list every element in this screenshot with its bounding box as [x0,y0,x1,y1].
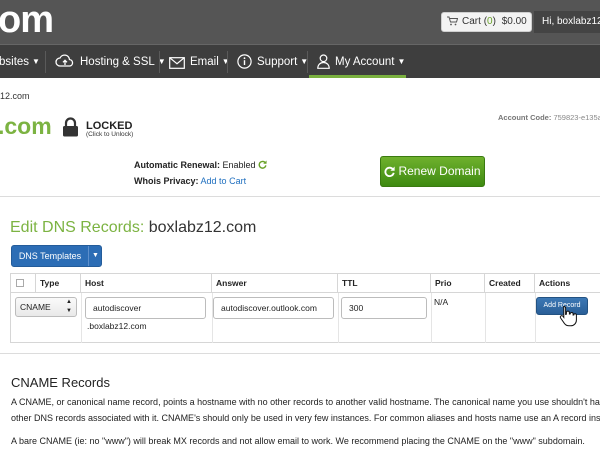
hand-cursor-icon [559,305,577,327]
column-header: Host [81,274,212,292]
nav-item-label: Email [190,56,219,68]
account-code-value: 759823-e135a [553,113,600,122]
whois-privacy: Whois Privacy: Add to Cart [134,176,246,186]
host-input[interactable]: autodiscover [85,297,206,319]
nav-divider [159,51,160,73]
nav-active-indicator [309,75,406,78]
user-menu[interactable]: Hi, boxlabz12 [534,11,600,33]
chevron-down-icon: ▼ [221,57,230,66]
select-all-checkbox[interactable] [16,279,24,287]
refresh-icon[interactable] [258,160,267,169]
nav-item-my-account[interactable]: My Account ▼ [317,45,405,78]
cart-count-close: ) [492,16,496,27]
domain-name-heading: .com [0,113,52,139]
divider [0,196,600,197]
lock-status-hint[interactable]: (Click to Unlock) [86,131,133,138]
lock-icon[interactable] [62,117,79,142]
column-header-select [11,274,36,292]
column-header: Answer [212,274,338,292]
ttl-input[interactable]: 300 [341,297,427,319]
main-nav: bsites ▼ Hosting & SSL ▼ Email ▼ Support ▼ M… [0,44,600,78]
renew-domain-button[interactable]: Renew Domain [380,156,485,187]
account-code: Account Code: 759823-e135a [498,113,600,122]
cname-info-paragraph: A CNAME, or canonical name record, point… [11,397,600,407]
nav-item-hosting-ssl[interactable]: Hosting & SSL ▼ [55,45,166,78]
dns-templates-button[interactable]: DNS Templates ▼ [11,245,102,267]
answer-input[interactable]: autodiscover.outlook.com [213,297,334,319]
nav-divider [45,51,46,73]
refresh-icon [384,166,396,177]
page: om Cart (0) $0.00 Hi, boxlabz12 bsites ▼ … [0,0,600,450]
column-divider [338,293,339,343]
auto-renewal-label: Automatic Renewal: [134,160,221,170]
dns-title-domain: boxlabz12.com [148,219,257,236]
nav-item-label: Support [257,56,298,68]
cart-total: $0.00 [501,16,527,27]
renew-domain-label: Renew Domain [398,164,481,178]
column-divider [431,293,432,343]
cname-info-paragraph: A bare CNAME (ie: no "www") will break M… [11,436,585,446]
nav-item-websites[interactable]: bsites ▼ [0,45,40,78]
whois-add-to-cart-link[interactable]: Add to Cart [201,176,247,186]
cname-records-heading: CNAME Records [11,375,110,390]
divider [0,353,600,354]
user-icon [317,54,330,69]
cname-info-paragraph: other DNS records associated with it. CN… [11,413,600,423]
dns-templates-label: DNS Templates [18,251,82,261]
column-header: Type [36,274,81,292]
info-icon [237,54,252,69]
chevron-down-icon: ▼ [32,57,40,66]
column-header: Prio [431,274,485,292]
host-suffix: .boxlabz12.com [87,321,147,331]
nav-item-email[interactable]: Email ▼ [169,45,230,78]
breadcrumb: 12.com [0,91,30,101]
whois-label: Whois Privacy: [134,176,199,186]
prio-value: N/A [434,297,449,307]
site-logo[interactable]: om [0,0,54,42]
nav-divider [227,51,228,73]
record-type-select[interactable]: CNAME ▲ ▼ [15,297,77,317]
account-code-label: Account Code: [498,113,552,122]
chevron-down-icon[interactable]: ▼ [92,246,99,266]
nav-divider [307,51,308,73]
chevron-down-icon: ▼ [397,57,406,66]
table-header-border [11,292,600,293]
auto-renewal-value: Enabled [222,160,256,170]
column-divider [485,293,486,343]
cart-icon [447,16,459,26]
envelope-icon [169,57,185,69]
cart-button[interactable]: Cart (0) $0.00 [441,12,532,32]
column-header: Created [485,274,535,292]
nav-item-label: bsites [0,56,30,68]
column-header: TTL [338,274,431,292]
nav-item-label: My Account [335,56,395,68]
dns-section-title: Edit DNS Records: boxlabz12.com [10,219,256,237]
column-divider [81,293,82,343]
nav-item-label: Hosting & SSL [80,56,155,68]
dns-title-label: Edit DNS Records: [10,219,145,236]
record-type-value: CNAME [20,302,51,312]
cloud-upload-icon [55,54,74,67]
cart-label: Cart [462,16,481,27]
select-arrows-icon: ▲ ▼ [66,299,72,314]
top-header: om Cart (0) $0.00 Hi, boxlabz12 [0,0,600,44]
column-header: Actions [539,278,571,288]
nav-item-support[interactable]: Support ▼ [237,45,308,78]
automatic-renewal: Automatic Renewal: Enabled [134,160,267,170]
button-divider [88,246,89,266]
